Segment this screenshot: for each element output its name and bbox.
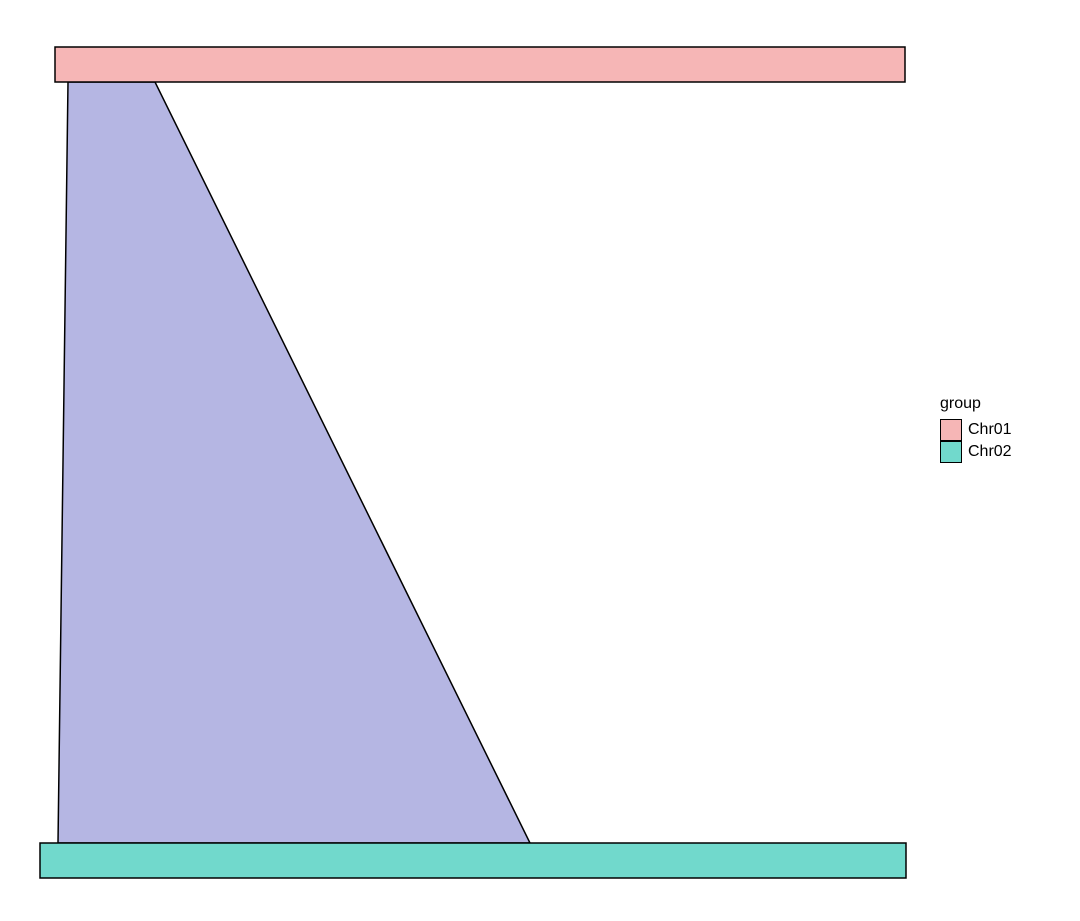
bar-chr01: [55, 47, 905, 82]
legend-swatch-chr02: [940, 441, 962, 463]
legend-label-chr01: Chr01: [968, 419, 1012, 441]
legend: group Chr01 Chr02: [940, 395, 1012, 463]
legend-label-chr02: Chr02: [968, 441, 1012, 463]
ribbon-1: [58, 82, 530, 843]
legend-swatch-chr01: [940, 419, 962, 441]
synteny-chart: [0, 0, 1080, 921]
bar-chr02: [40, 843, 906, 878]
legend-title: group: [940, 395, 1012, 413]
legend-item-chr02: Chr02: [940, 441, 1012, 463]
legend-item-chr01: Chr01: [940, 419, 1012, 441]
